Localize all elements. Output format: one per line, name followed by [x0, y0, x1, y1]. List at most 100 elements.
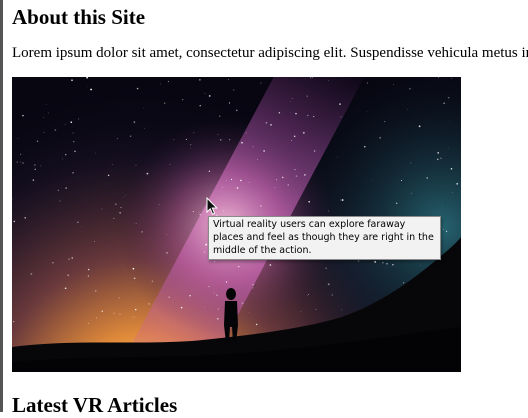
- star: [166, 252, 168, 254]
- star: [43, 132, 45, 133]
- star: [96, 317, 98, 319]
- star: [313, 115, 315, 118]
- star: [228, 78, 229, 80]
- star: [151, 280, 153, 282]
- star: [190, 147, 191, 149]
- star: [120, 206, 122, 209]
- star: [295, 112, 297, 115]
- star: [13, 320, 15, 323]
- star: [95, 152, 96, 154]
- star: [443, 228, 445, 230]
- star: [185, 138, 187, 140]
- star: [135, 308, 137, 311]
- star: [167, 81, 169, 83]
- section-heading: Latest VR Articles: [12, 393, 178, 417]
- star: [87, 86, 89, 87]
- intro-paragraph: Lorem ipsum dolor sit amet, consectetur …: [12, 45, 528, 61]
- star: [409, 88, 411, 90]
- star: [136, 87, 139, 90]
- star: [81, 226, 83, 227]
- star: [379, 136, 382, 139]
- star: [70, 121, 73, 123]
- star: [395, 202, 398, 205]
- star: [226, 180, 227, 181]
- star: [384, 121, 386, 123]
- star: [163, 102, 166, 104]
- star: [43, 117, 45, 118]
- star: [48, 112, 50, 114]
- star: [456, 182, 459, 185]
- star: [198, 211, 200, 213]
- star: [442, 205, 444, 206]
- star: [447, 96, 450, 99]
- star: [135, 164, 137, 166]
- star: [213, 292, 215, 294]
- star: [294, 169, 296, 171]
- star: [119, 212, 121, 214]
- star: [278, 112, 281, 114]
- star: [123, 197, 124, 198]
- star: [204, 93, 206, 95]
- star: [20, 161, 22, 163]
- star: [71, 257, 73, 259]
- star: [312, 77, 313, 79]
- star: [111, 164, 113, 165]
- star: [339, 103, 341, 105]
- star: [24, 217, 26, 219]
- star: [90, 88, 93, 91]
- star: [22, 162, 24, 164]
- star: [229, 139, 231, 141]
- star: [148, 303, 150, 305]
- star: [34, 168, 36, 170]
- star: [341, 309, 342, 311]
- star: [160, 83, 161, 85]
- star: [241, 302, 244, 305]
- star: [357, 260, 360, 262]
- star: [131, 315, 133, 317]
- star: [204, 306, 206, 308]
- star: [158, 204, 160, 205]
- star: [289, 112, 291, 113]
- star: [36, 140, 39, 142]
- star: [95, 290, 97, 292]
- star: [451, 77, 452, 79]
- star: [133, 121, 136, 123]
- star: [248, 312, 250, 314]
- star: [228, 102, 231, 104]
- star: [219, 139, 222, 141]
- star: [260, 205, 262, 207]
- star: [199, 213, 201, 216]
- star: [116, 138, 118, 140]
- star: [141, 231, 143, 233]
- star: [269, 264, 272, 266]
- star: [449, 121, 450, 122]
- star: [285, 172, 287, 174]
- star: [438, 77, 439, 78]
- star: [129, 135, 132, 137]
- star: [291, 98, 293, 100]
- star: [74, 150, 76, 152]
- star: [225, 281, 228, 283]
- star: [290, 140, 293, 142]
- star: [52, 261, 54, 264]
- star: [450, 168, 453, 170]
- star: [230, 178, 233, 181]
- star: [101, 310, 103, 312]
- star: [133, 277, 136, 280]
- star: [452, 192, 453, 193]
- star: [340, 199, 342, 201]
- star: [203, 251, 206, 253]
- star: [315, 308, 317, 310]
- star: [304, 174, 306, 176]
- star: [16, 161, 18, 163]
- star: [392, 264, 394, 266]
- arrow-cursor-icon: [206, 196, 218, 221]
- star: [34, 164, 36, 166]
- star: [214, 261, 216, 263]
- star: [13, 220, 16, 223]
- star: [400, 179, 403, 182]
- star: [240, 179, 242, 182]
- star: [208, 94, 211, 97]
- star: [248, 182, 250, 183]
- star: [382, 262, 384, 264]
